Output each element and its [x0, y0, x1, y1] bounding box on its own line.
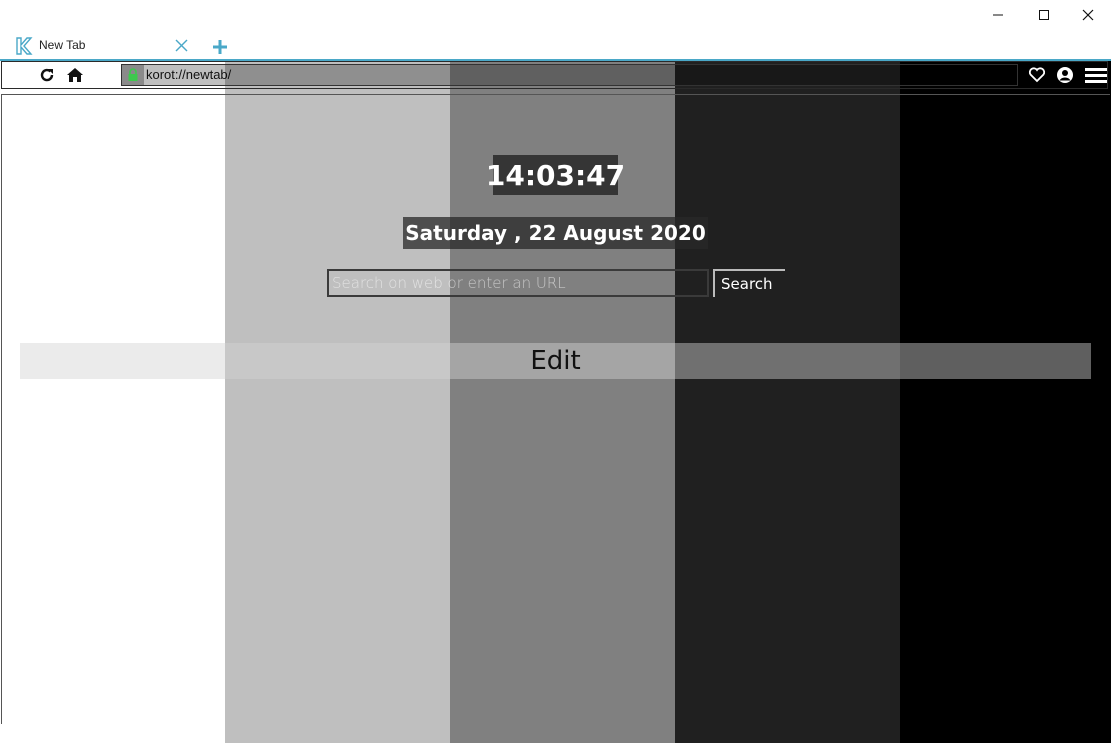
edit-label: Edit [530, 346, 581, 376]
maximize-icon [1039, 10, 1049, 20]
clock: 14:03:47 [486, 155, 625, 195]
tab-strip: New Tab [0, 32, 1111, 59]
search-input[interactable] [327, 269, 709, 297]
url-text[interactable]: korot://newtab/ [146, 67, 231, 83]
close-icon [1082, 9, 1094, 21]
date-label: Saturday , 22 August 2020 [403, 217, 708, 249]
address-bar[interactable]: korot://newtab/ [121, 64, 1018, 86]
lock-icon [122, 65, 144, 85]
title-bar [0, 0, 1111, 32]
plus-icon[interactable] [210, 37, 230, 57]
tab-new-tab[interactable]: New Tab [0, 32, 200, 59]
edit-button[interactable]: Edit [20, 343, 1091, 379]
search-button[interactable]: Search [713, 269, 785, 297]
minimize-icon [993, 14, 1003, 16]
profile-icon[interactable] [1056, 66, 1074, 84]
home-icon[interactable] [66, 66, 84, 84]
maximize-button[interactable] [1021, 0, 1067, 30]
tab-title: New Tab [39, 38, 86, 52]
reload-icon[interactable] [38, 66, 56, 84]
toolbar: korot://newtab/ [1, 61, 1108, 89]
minimize-button[interactable] [975, 0, 1021, 30]
heart-icon[interactable] [1028, 66, 1046, 84]
close-window-button[interactable] [1065, 0, 1111, 30]
korot-logo-icon [16, 37, 33, 55]
close-tab-icon[interactable] [174, 38, 189, 53]
hamburger-menu-icon[interactable] [1085, 66, 1107, 84]
